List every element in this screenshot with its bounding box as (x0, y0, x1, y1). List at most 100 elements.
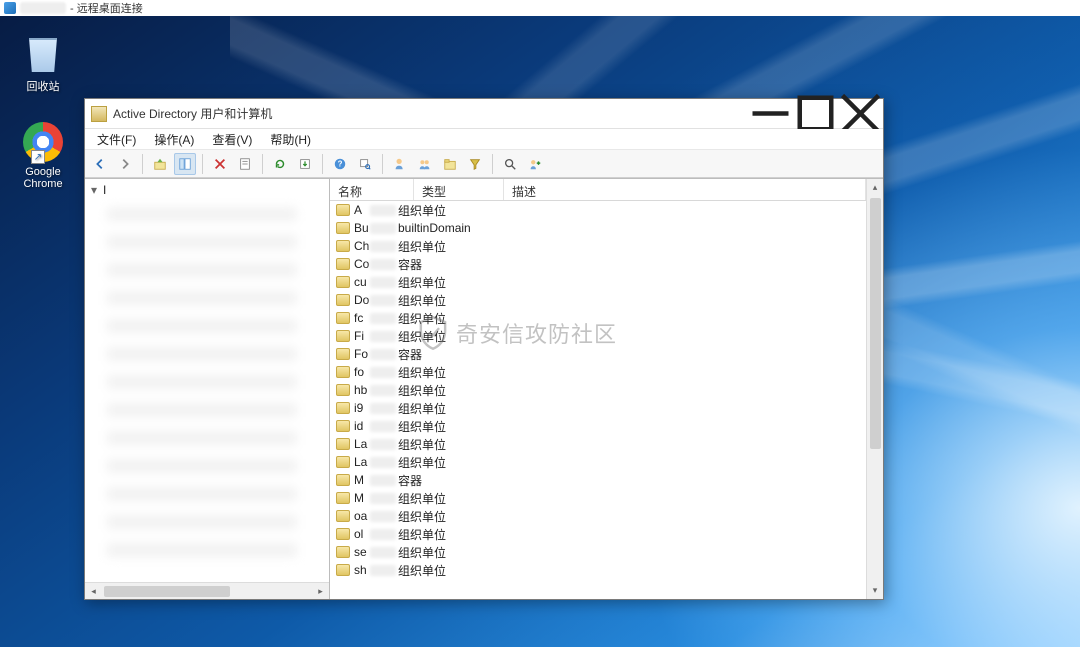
tree-pane[interactable]: ▾I ◂ ▸ (85, 179, 330, 599)
toolbar-separator (142, 154, 143, 174)
menu-file[interactable]: 文件(F) (89, 129, 144, 150)
aduc-window: Active Directory 用户和计算机 文件(F) 操作(A) 查看(V… (84, 98, 884, 600)
list-row[interactable]: Fi组织单位 (330, 327, 866, 345)
row-type: 组织单位 (396, 274, 486, 291)
row-type: 容器 (396, 346, 486, 363)
row-name-prefix: se (354, 545, 368, 559)
row-name-blurred (370, 457, 396, 468)
scroll-down-icon[interactable]: ▾ (867, 582, 883, 599)
list-row[interactable]: La 组织单位 (330, 453, 866, 471)
ou-folder-icon (336, 564, 350, 576)
maximize-button[interactable] (793, 99, 838, 128)
nav-forward-button[interactable] (114, 153, 136, 175)
list-row[interactable]: oa组织单位 (330, 507, 866, 525)
row-type: 组织单位 (396, 544, 486, 561)
list-row[interactable]: Fo容器 (330, 345, 866, 363)
row-name-blurred (370, 349, 396, 360)
list-row[interactable]: cu 组织单位 (330, 273, 866, 291)
export-list-button[interactable] (294, 153, 316, 175)
chrome-label: Google Chrome (8, 166, 78, 190)
list-row[interactable]: se 组织单位 (330, 543, 866, 561)
scroll-up-icon[interactable]: ▴ (867, 179, 883, 196)
aduc-body: ▾I ◂ ▸ 名称 类型 描述 (85, 178, 883, 599)
new-user-button[interactable] (389, 153, 411, 175)
row-name-blurred (370, 475, 396, 486)
remote-desktop: 回收站 ↗ Google Chrome Active Directory 用户和… (0, 16, 1080, 647)
menu-action[interactable]: 操作(A) (146, 129, 202, 150)
list-row[interactable]: M容器 (330, 471, 866, 489)
list-vertical-scrollbar[interactable]: ▴ ▾ (866, 179, 883, 599)
help-button[interactable]: ? (329, 153, 351, 175)
add-to-group-button[interactable] (524, 153, 546, 175)
row-name-prefix: M (354, 473, 368, 487)
new-group-button[interactable] (414, 153, 436, 175)
column-name[interactable]: 名称 (330, 179, 414, 200)
recycle-bin-label: 回收站 (8, 78, 78, 94)
row-name-prefix: Fi (354, 329, 368, 343)
row-name-blurred (370, 313, 396, 324)
column-description[interactable]: 描述 (504, 179, 866, 200)
row-name-prefix: M (354, 491, 368, 505)
row-name-blurred (370, 277, 396, 288)
scroll-thumb[interactable] (104, 586, 230, 597)
list-row[interactable]: BubuiltinDomain (330, 219, 866, 237)
list-row[interactable]: La组织单位 (330, 435, 866, 453)
row-name-prefix: i9 (354, 401, 368, 415)
list-pane: 名称 类型 描述 A组织单位BubuiltinDomainCh组织单位Co容器c… (330, 179, 883, 599)
row-type: builtinDomain (396, 221, 486, 235)
row-name-blurred (370, 367, 396, 378)
chrome-shortcut[interactable]: ↗ Google Chrome (8, 122, 78, 190)
row-type: 组织单位 (396, 382, 486, 399)
list-row[interactable]: fc组织单位 (330, 309, 866, 327)
toolbar-separator (382, 154, 383, 174)
row-name-blurred (370, 547, 396, 558)
row-name-blurred (370, 385, 396, 396)
filter-button[interactable] (464, 153, 486, 175)
pane-splitter[interactable] (326, 179, 333, 599)
list-row[interactable]: i9组织单位 (330, 399, 866, 417)
scroll-thumb[interactable] (870, 198, 881, 449)
close-button[interactable] (838, 99, 883, 128)
up-level-button[interactable] (149, 153, 171, 175)
tree-horizontal-scrollbar[interactable]: ◂ ▸ (85, 582, 329, 599)
svg-text:?: ? (338, 159, 343, 168)
ou-folder-icon (336, 420, 350, 432)
list-row[interactable]: id组织单位 (330, 417, 866, 435)
recycle-bin-icon[interactable]: 回收站 (8, 34, 78, 94)
menu-help[interactable]: 帮助(H) (262, 129, 319, 150)
ou-folder-icon (336, 276, 350, 288)
list-row[interactable]: ol组织单位 (330, 525, 866, 543)
list-row[interactable]: sh组织单位 (330, 561, 866, 579)
menu-view[interactable]: 查看(V) (204, 129, 260, 150)
find-button[interactable] (354, 153, 376, 175)
show-hide-tree-button[interactable] (174, 153, 196, 175)
row-name-blurred (370, 331, 396, 342)
list-row[interactable]: M组织单位 (330, 489, 866, 507)
minimize-button[interactable] (748, 99, 793, 128)
list-row[interactable]: A组织单位 (330, 201, 866, 219)
aduc-title: Active Directory 用户和计算机 (113, 105, 748, 122)
list-row[interactable]: hb组织单位 (330, 381, 866, 399)
ou-folder-icon (336, 438, 350, 450)
tree-root-node[interactable]: ▾I (85, 179, 329, 201)
new-ou-button[interactable] (439, 153, 461, 175)
list-row[interactable]: Co容器 (330, 255, 866, 273)
aduc-titlebar[interactable]: Active Directory 用户和计算机 (85, 99, 883, 129)
expand-collapse-icon[interactable]: ▾ (91, 183, 101, 197)
list-row[interactable]: Ch组织单位 (330, 237, 866, 255)
list-body[interactable]: A组织单位BubuiltinDomainCh组织单位Co容器cu组织单位Do组织… (330, 201, 866, 599)
list-row[interactable]: Do组织单位 (330, 291, 866, 309)
row-name-prefix: La (354, 455, 368, 469)
delete-button[interactable] (209, 153, 231, 175)
refresh-button[interactable] (269, 153, 291, 175)
search-button[interactable] (499, 153, 521, 175)
ou-folder-icon (336, 204, 350, 216)
row-name-prefix: cu (354, 275, 368, 289)
nav-back-button[interactable] (89, 153, 111, 175)
list-row[interactable]: fo组织单位 (330, 363, 866, 381)
row-type: 组织单位 (396, 454, 486, 471)
list-header: 名称 类型 描述 (330, 179, 866, 201)
scroll-left-icon[interactable]: ◂ (85, 583, 102, 599)
properties-button[interactable] (234, 153, 256, 175)
column-type[interactable]: 类型 (414, 179, 504, 200)
